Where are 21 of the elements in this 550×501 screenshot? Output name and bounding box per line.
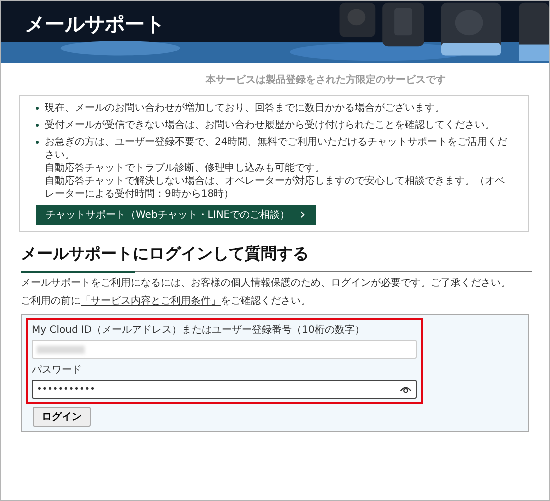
bullet-icon [36, 107, 39, 110]
terms-text: ご利用の前に「サービス内容とご利用条件」をご確認ください。 [21, 296, 312, 308]
eye-icon[interactable] [400, 385, 412, 394]
bullet-icon [36, 141, 39, 144]
tagline-text: 本サービスは製品登録をされた方限定のサービスです [206, 73, 447, 87]
notice-text: 自動応答チャットで解決しない場合は、オペレーターが対応しますので安心して相談できます。（オペレーターによる受付時間：9時から18時） [45, 175, 506, 201]
id-input-field[interactable] [32, 340, 417, 359]
notice-text: 受付メールが受信できない場合は、お問い合わせ履歴から受け付けられたことを確認してください。 [45, 119, 495, 132]
login-button[interactable]: ログイン [33, 407, 91, 427]
notice-text: 自動応答チャットでトラブル診断、修理申し込みも可能です。 [45, 162, 326, 175]
section-heading: メールサポートにログインして質問する [21, 244, 310, 265]
field-label: My Cloud ID（メールアドレス）またはユーザー登録番号（10桁の数字） [32, 324, 366, 337]
terms-link[interactable]: 「サービス内容とご利用条件」 [81, 296, 221, 307]
field-label: パスワード [32, 364, 83, 377]
intro-text: メールサポートをご利用になるには、お客様の個人情報保護のため、ログインが必要です。ご了承ください。 [21, 278, 512, 290]
notice-text: お急ぎの方は、ユーザー登録不要で、24時間、無料でご利用いただけるチャットサポートをご活用ください。 [45, 136, 509, 162]
page-title: メールサポート [25, 10, 165, 38]
chat-support-button[interactable]: チャットサポート（Webチャット・LINEでのご相談） › [36, 205, 316, 225]
notice-text: 現在、メールのお問い合わせが増加しており、回答までに数日かかる場合がございます。 [45, 102, 445, 115]
bullet-icon [36, 124, 39, 127]
password-input-field[interactable]: ••••••••••• [32, 380, 417, 399]
